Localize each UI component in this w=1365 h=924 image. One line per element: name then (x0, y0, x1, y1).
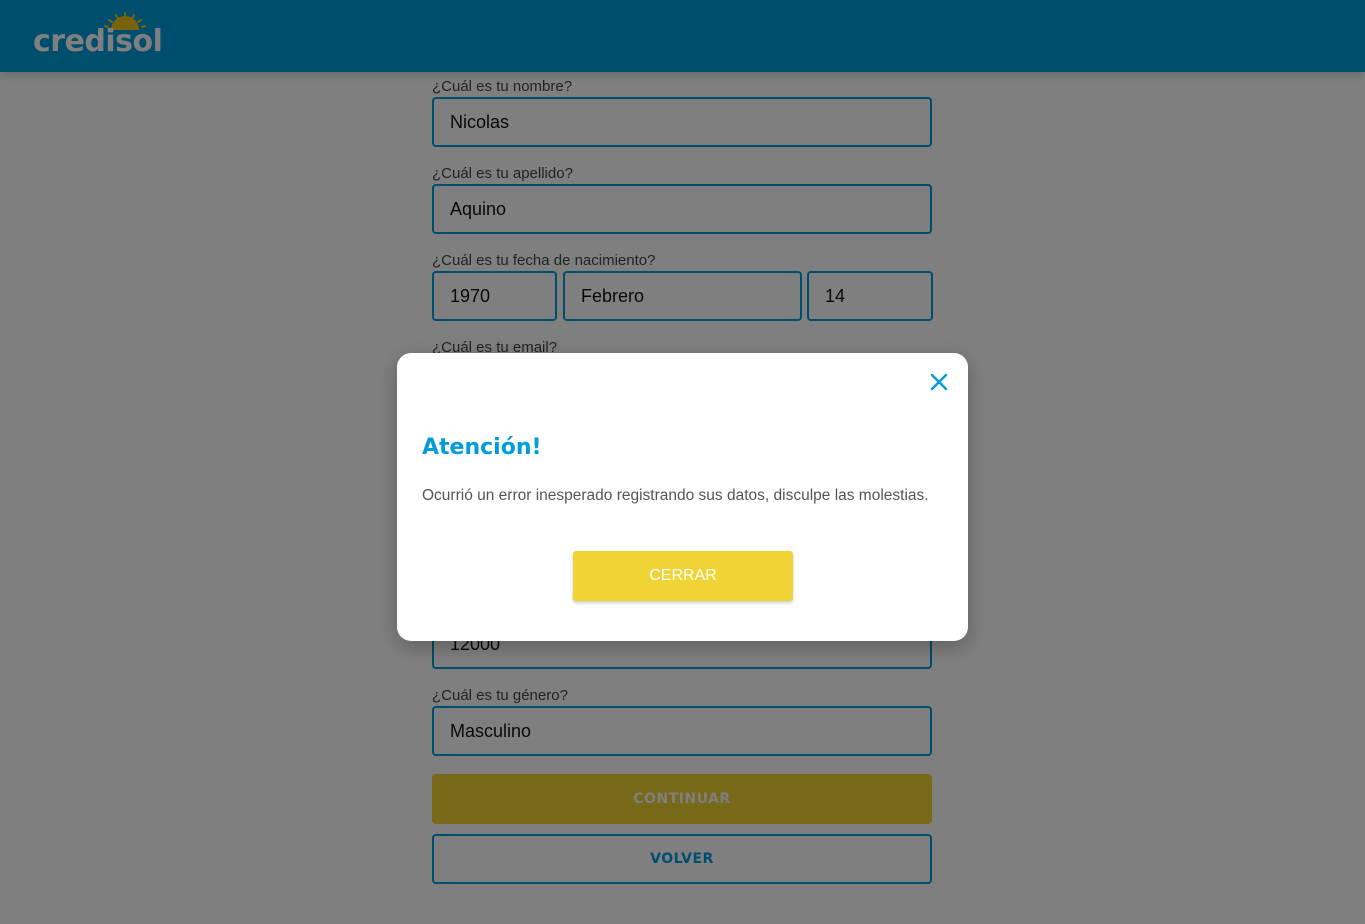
close-button[interactable]: CERRAR (573, 551, 793, 601)
dialog-title: Atención! (422, 435, 542, 460)
error-dialog: Atención! Ocurrió un error inesperado re… (397, 353, 968, 641)
close-icon[interactable] (927, 370, 951, 394)
dialog-message: Ocurrió un error inesperado registrando … (422, 487, 929, 504)
